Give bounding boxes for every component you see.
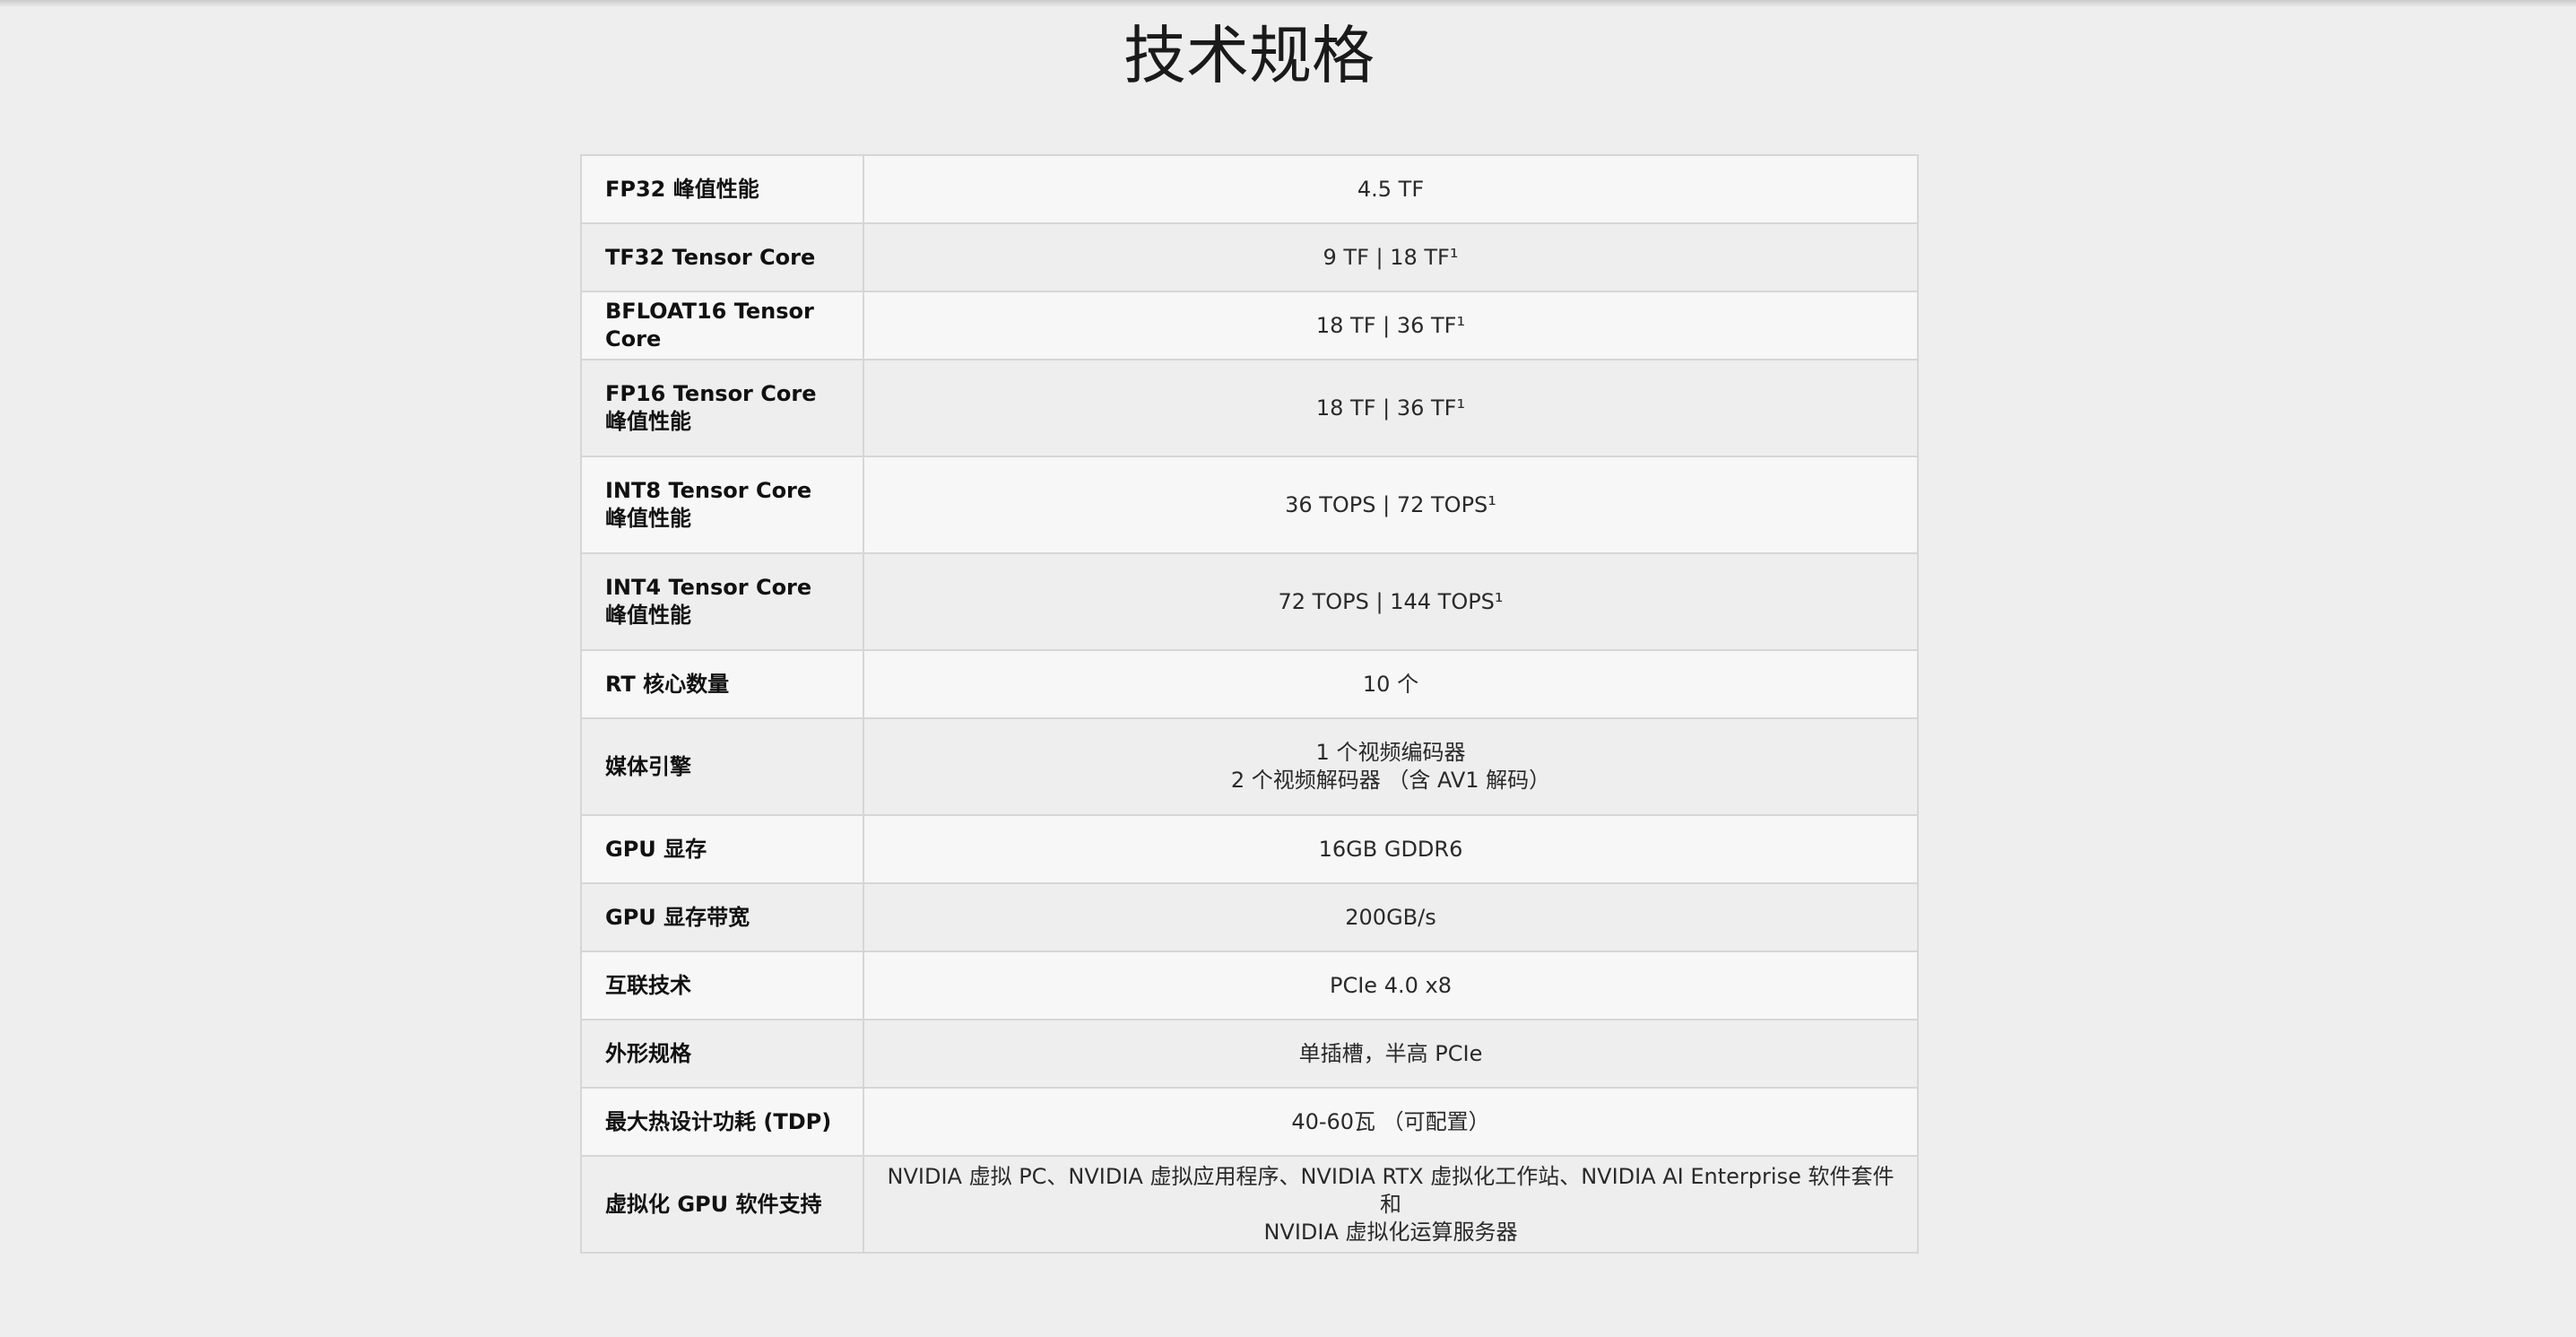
spec-value: 16GB GDDR6 xyxy=(863,814,1919,884)
spec-label: BFLOAT16 Tensor Core xyxy=(580,291,864,360)
spec-value: 36 TOPS | 72 TOPS¹ xyxy=(863,456,1919,554)
spec-value: 1 个视频编码器 2 个视频解码器 （含 AV1 解码） xyxy=(863,717,1919,816)
spec-value: 18 TF | 36 TF¹ xyxy=(863,291,1919,360)
spec-label: 虚拟化 GPU 软件支持 xyxy=(580,1155,864,1254)
spec-label: FP32 峰值性能 xyxy=(580,154,864,224)
spec-value: 40-60瓦 （可配置） xyxy=(863,1087,1919,1157)
spec-value: 4.5 TF xyxy=(863,154,1919,224)
table-row: GPU 显存带宽 200GB/s xyxy=(580,882,1919,952)
spec-label: RT 核心数量 xyxy=(580,649,864,719)
table-row: 最大热设计功耗 (TDP) 40-60瓦 （可配置） xyxy=(580,1087,1919,1157)
top-shadow xyxy=(0,0,2576,7)
spec-value: 200GB/s xyxy=(863,882,1919,952)
spec-value: 72 TOPS | 144 TOPS¹ xyxy=(863,552,1919,651)
spec-label: INT8 Tensor Core 峰值性能 xyxy=(580,456,864,554)
table-row: 媒体引擎 1 个视频编码器 2 个视频解码器 （含 AV1 解码） xyxy=(580,717,1919,816)
spec-value: 9 TF | 18 TF¹ xyxy=(863,222,1919,292)
spec-value: 18 TF | 36 TF¹ xyxy=(863,359,1919,457)
table-row: TF32 Tensor Core 9 TF | 18 TF¹ xyxy=(580,222,1919,292)
spec-label: 外形规格 xyxy=(580,1019,864,1089)
spec-label: 媒体引擎 xyxy=(580,717,864,816)
table-row: 外形规格 单插槽，半高 PCIe xyxy=(580,1019,1919,1089)
spec-label: GPU 显存带宽 xyxy=(580,882,864,952)
spec-label: TF32 Tensor Core xyxy=(580,222,864,292)
spec-label: 最大热设计功耗 (TDP) xyxy=(580,1087,864,1157)
specs-table: FP32 峰值性能 4.5 TF TF32 Tensor Core 9 TF |… xyxy=(580,154,1919,1254)
table-row: 虚拟化 GPU 软件支持 NVIDIA 虚拟 PC、NVIDIA 虚拟应用程序、… xyxy=(580,1155,1919,1254)
spec-value: 10 个 xyxy=(863,649,1919,719)
table-row: GPU 显存 16GB GDDR6 xyxy=(580,814,1919,884)
table-row: INT8 Tensor Core 峰值性能 36 TOPS | 72 TOPS¹ xyxy=(580,456,1919,554)
spec-label: INT4 Tensor Core 峰值性能 xyxy=(580,552,864,651)
table-row: RT 核心数量 10 个 xyxy=(580,649,1919,719)
table-row: BFLOAT16 Tensor Core 18 TF | 36 TF¹ xyxy=(580,291,1919,360)
table-row: INT4 Tensor Core 峰值性能 72 TOPS | 144 TOPS… xyxy=(580,552,1919,651)
table-row: FP32 峰值性能 4.5 TF xyxy=(580,154,1919,224)
page-title: 技术规格 xyxy=(1123,19,1375,92)
spec-label: FP16 Tensor Core 峰值性能 xyxy=(580,359,864,457)
spec-label: 互联技术 xyxy=(580,951,864,1020)
spec-value: 单插槽，半高 PCIe xyxy=(863,1019,1919,1089)
spec-value: NVIDIA 虚拟 PC、NVIDIA 虚拟应用程序、NVIDIA RTX 虚拟… xyxy=(863,1155,1919,1254)
table-row: FP16 Tensor Core 峰值性能 18 TF | 36 TF¹ xyxy=(580,359,1919,457)
spec-value: PCIe 4.0 x8 xyxy=(863,951,1919,1020)
table-row: 互联技术 PCIe 4.0 x8 xyxy=(580,951,1919,1020)
spec-label: GPU 显存 xyxy=(580,814,864,884)
